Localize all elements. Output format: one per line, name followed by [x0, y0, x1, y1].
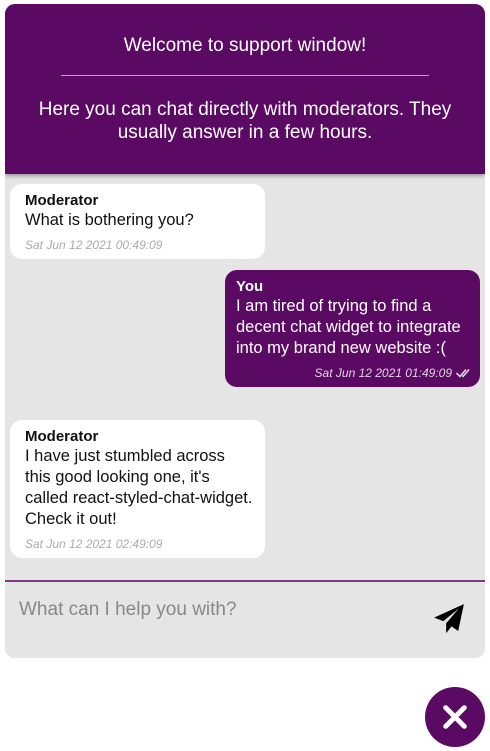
message-composer: [5, 580, 485, 658]
message-bubble: You I am tired of trying to find a decen…: [225, 270, 480, 387]
message-timestamp: Sat Jun 12 2021 00:49:09: [25, 238, 163, 252]
close-icon: [443, 705, 467, 729]
close-chat-button[interactable]: [425, 687, 485, 747]
header-description: Here you can chat directly with moderato…: [38, 99, 452, 143]
message-list[interactable]: Moderator What is bothering you? Sat Jun…: [5, 174, 485, 580]
message-text: What is bothering you?: [25, 211, 194, 229]
chat-header: Welcome to support window! Here you can …: [5, 4, 485, 174]
message-text: I am tired of trying to find a decent ch…: [236, 297, 461, 357]
message-timestamp-text: Sat Jun 12 2021 01:49:09: [314, 366, 452, 380]
message-bubble: Moderator I have just stumbled across th…: [10, 420, 265, 558]
send-button[interactable]: [431, 602, 467, 638]
double-check-icon: [456, 369, 470, 378]
message-author: You: [236, 278, 264, 295]
paper-plane-icon: [434, 604, 464, 634]
message-text: I have just stumbled across this good lo…: [25, 447, 253, 528]
message-bubble: Moderator What is bothering you? Sat Jun…: [10, 184, 265, 259]
header-divider: [61, 75, 429, 76]
chat-widget: Welcome to support window! Here you can …: [5, 4, 485, 658]
message-input[interactable]: [19, 596, 419, 624]
message-author: Moderator: [25, 192, 99, 209]
header-title: Welcome to support window!: [123, 35, 367, 56]
message-timestamp: Sat Jun 12 2021 01:49:09: [236, 365, 470, 381]
message-timestamp: Sat Jun 12 2021 02:49:09: [25, 537, 163, 551]
message-author: Moderator: [25, 428, 99, 445]
